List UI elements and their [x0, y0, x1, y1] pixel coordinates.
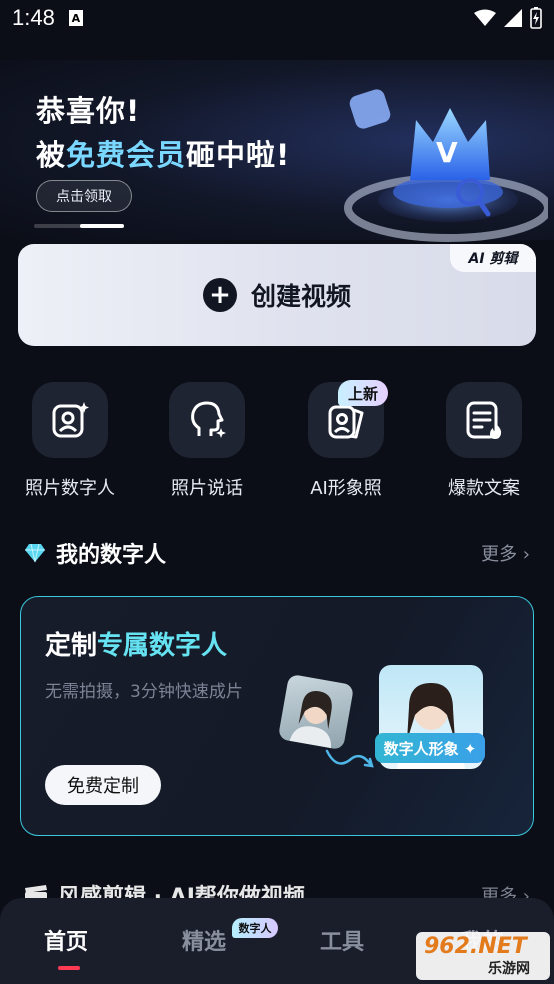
- signal-icon: [504, 9, 522, 27]
- feature-hot-copy[interactable]: 爆款文案: [424, 382, 544, 500]
- custom-digital-human-card[interactable]: 定制专属数字人 无需拍摄，3分钟快速成片 免费定制 数字人形象 ✦: [20, 596, 534, 836]
- banner-pager-active: [80, 224, 124, 228]
- notification-icon: A: [68, 10, 83, 26]
- diamond-icon: [25, 543, 45, 563]
- card-title-prefix: 定制: [45, 631, 98, 661]
- status-icons: [474, 7, 542, 29]
- nav-featured[interactable]: 精选: [182, 924, 226, 956]
- card-title: 定制专属数字人: [45, 625, 227, 662]
- my-digital-human-header: 我的数字人 更多 ›: [24, 536, 530, 570]
- photo-person-sparkle-icon: [52, 402, 89, 438]
- feature-label: 照片数字人: [25, 478, 115, 499]
- plus-icon: +: [202, 278, 237, 312]
- feature-photo-digital-human[interactable]: 照片数字人: [10, 382, 130, 500]
- banner-highlight: 免费会员: [66, 138, 187, 172]
- banner-subtitle-prefix: 被: [36, 138, 67, 172]
- watermark-bottom: 乐游网: [488, 961, 530, 977]
- feature-label: 照片说话: [171, 478, 243, 499]
- crown-letter: V: [436, 136, 458, 169]
- banner-pager: [34, 224, 124, 228]
- watermark-top: 962.NET: [424, 934, 527, 959]
- section-title: 我的数字人: [56, 543, 167, 568]
- card-subtitle: 无需拍摄，3分钟快速成片: [45, 682, 243, 702]
- feature-icon-box: [32, 382, 108, 458]
- feature-icon-box: 上新: [308, 380, 388, 458]
- status-time: 1:48: [12, 5, 55, 30]
- nav-tools[interactable]: 工具: [320, 924, 364, 956]
- new-badge: 上新: [338, 380, 388, 406]
- nav-digital-human-badge: 数字人: [232, 918, 278, 938]
- more-link[interactable]: 更多 ›: [481, 540, 530, 566]
- source-photo: [277, 673, 355, 751]
- feature-ai-portrait[interactable]: 上新 AI形象照: [286, 380, 406, 500]
- watermark-logo: 962.NET 乐游网: [416, 932, 550, 980]
- card-title-highlight: 专属数字人: [97, 631, 228, 661]
- ai-edit-tag: AI 剪辑: [450, 244, 536, 272]
- feature-label: AI形象照: [310, 478, 382, 499]
- feature-label: 爆款文案: [448, 478, 520, 499]
- nav-active-indicator: [58, 966, 80, 970]
- free-customize-button[interactable]: 免费定制: [45, 765, 161, 805]
- claim-button[interactable]: 点击领取: [36, 180, 132, 212]
- person-photo-icon: [289, 690, 332, 749]
- talking-head-icon: [191, 401, 226, 438]
- wifi-icon: [474, 9, 496, 26]
- create-video-button[interactable]: + 创建视频 AI 剪辑: [18, 244, 536, 346]
- battery-icon: [530, 7, 542, 29]
- nav-home[interactable]: 首页: [44, 924, 88, 956]
- feature-icon-box: [446, 382, 522, 458]
- transform-arrow-icon: [325, 749, 374, 768]
- banner-subtitle-suffix: 砸中啦!: [186, 138, 291, 172]
- digital-human-chip: 数字人形象 ✦: [375, 733, 485, 763]
- status-bar: 1:48 A: [0, 0, 554, 36]
- create-video-label: 创建视频: [250, 282, 351, 311]
- feature-icon-box: [169, 382, 245, 458]
- banner-subtitle: 被免费会员砸中啦!: [36, 132, 290, 174]
- banner-title: 恭喜你!: [36, 94, 141, 128]
- feature-photo-talk[interactable]: 照片说话: [147, 382, 267, 500]
- document-fire-icon: [466, 401, 502, 439]
- feature-grid: 照片数字人 照片说话 上新 AI形象照 爆款文案: [0, 380, 554, 502]
- vip-crown-illustration: V: [344, 89, 548, 242]
